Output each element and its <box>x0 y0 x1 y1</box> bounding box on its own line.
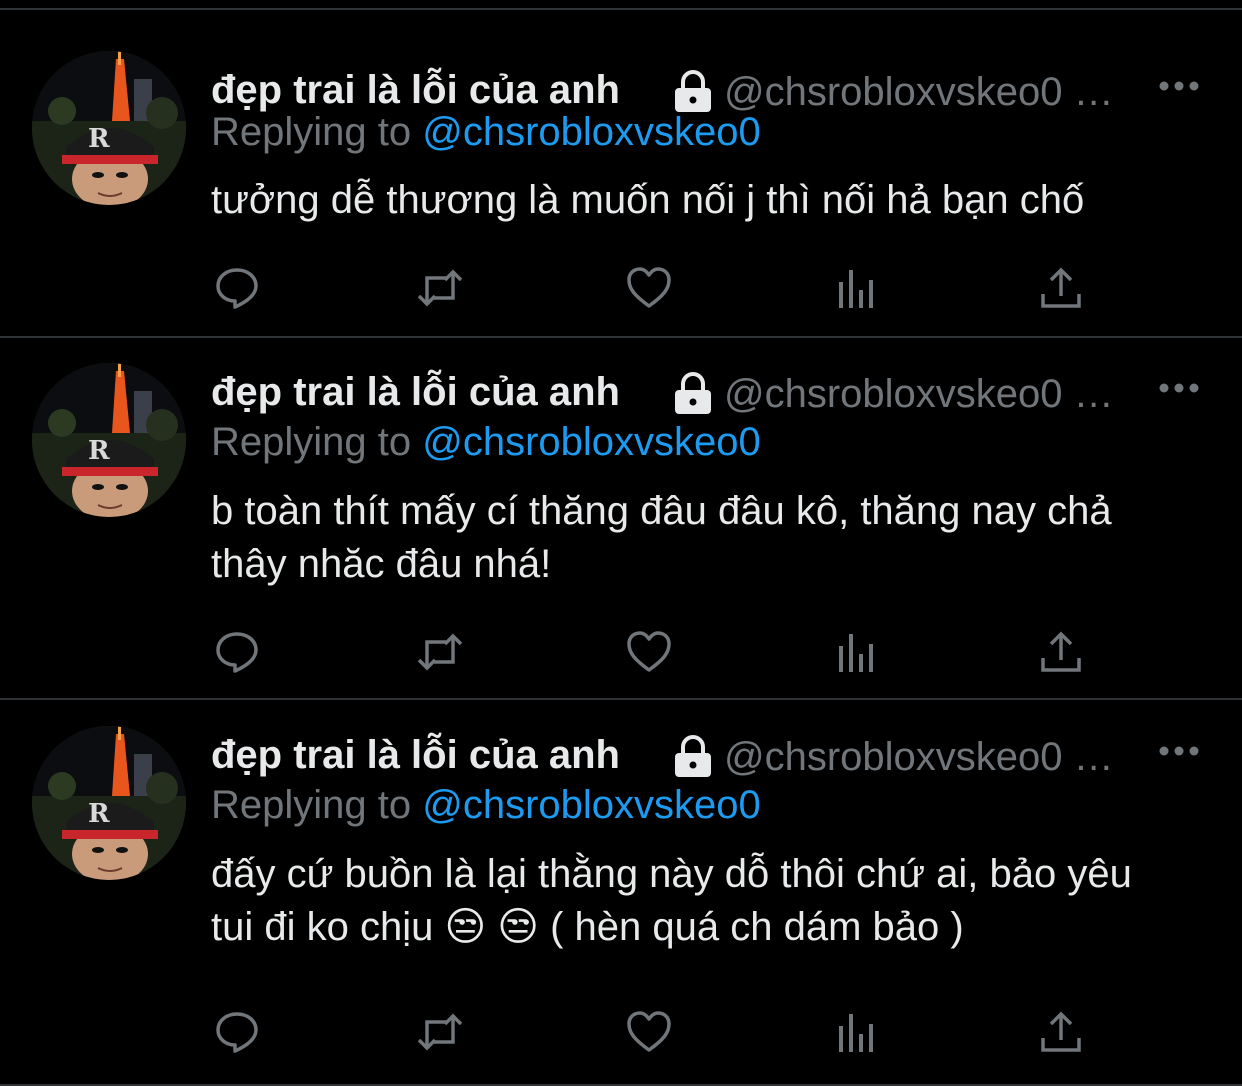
replying-prefix: Replying to <box>211 110 423 154</box>
tweet[interactable]: R đẹp trai là lỗi của anh @chsrobloxvske… <box>0 700 1242 1086</box>
mention-link[interactable]: @chsrobloxvskeo0 <box>422 783 761 827</box>
lock-icon <box>669 735 717 779</box>
mention-link[interactable]: @chsrobloxvskeo0 <box>422 420 761 464</box>
lock-icon <box>669 372 717 416</box>
more-icon[interactable] <box>1157 378 1201 398</box>
retweet-icon[interactable] <box>416 264 464 312</box>
reply-icon[interactable] <box>213 264 261 312</box>
avatar[interactable]: R <box>32 51 186 205</box>
heart-icon[interactable] <box>625 628 673 676</box>
reply-icon[interactable] <box>213 628 261 676</box>
action-bar <box>213 628 1093 676</box>
replying-prefix: Replying to <box>211 783 423 827</box>
handle[interactable]: @chsrobloxvskeo0 … <box>724 735 1114 780</box>
replying-to: Replying to @chsrobloxvskeo0 <box>211 420 761 465</box>
analytics-icon[interactable] <box>833 264 881 312</box>
svg-text:R: R <box>88 124 110 154</box>
handle[interactable]: @chsrobloxvskeo0 … <box>724 70 1114 115</box>
replying-to: Replying to @chsrobloxvskeo0 <box>211 110 761 155</box>
share-icon[interactable] <box>1037 1008 1085 1056</box>
action-bar <box>213 264 1093 312</box>
heart-icon[interactable] <box>625 264 673 312</box>
avatar[interactable]: R <box>32 726 186 880</box>
heart-icon[interactable] <box>625 1008 673 1056</box>
share-icon[interactable] <box>1037 628 1085 676</box>
share-icon[interactable] <box>1037 264 1085 312</box>
analytics-icon[interactable] <box>833 628 881 676</box>
tweet-text: b toàn thít mấy cí thăng đâu đâu kô, thă… <box>211 489 1112 586</box>
svg-text:R: R <box>88 436 110 466</box>
retweet-icon[interactable] <box>416 628 464 676</box>
svg-text:R: R <box>88 799 110 829</box>
retweet-icon[interactable] <box>416 1008 464 1056</box>
action-bar <box>213 1008 1093 1056</box>
reply-icon[interactable] <box>213 1008 261 1056</box>
tweet-header: đẹp trai là lỗi của anh @chsrobloxvskeo0… <box>211 364 1211 420</box>
display-name[interactable]: đẹp trai là lỗi của anh <box>211 68 620 113</box>
avatar[interactable]: R <box>32 363 186 517</box>
replying-to: Replying to @chsrobloxvskeo0 <box>211 783 761 828</box>
tweet-text: tưởng dễ thương là muốn nối j thì nối hả… <box>211 178 1085 222</box>
display-name[interactable]: đẹp trai là lỗi của anh <box>211 733 620 778</box>
tweet-header: đẹp trai là lỗi của anh @chsrobloxvskeo0… <box>211 727 1211 783</box>
tweet-text: đấy cứ buồn là lại thằng này dỗ thôi chứ… <box>211 852 1132 949</box>
more-icon[interactable] <box>1157 741 1201 761</box>
lock-icon <box>669 70 717 114</box>
more-icon[interactable] <box>1157 76 1201 96</box>
handle[interactable]: @chsrobloxvskeo0 … <box>724 372 1114 417</box>
tweet[interactable]: R đẹp trai là lỗi của anh @chsrobloxvske… <box>0 338 1242 700</box>
display-name[interactable]: đẹp trai là lỗi của anh <box>211 370 620 415</box>
replying-prefix: Replying to <box>211 420 423 464</box>
mention-link[interactable]: @chsrobloxvskeo0 <box>422 110 761 154</box>
tweet[interactable]: R đẹp trai là lỗi của anh @chsrobloxvske… <box>0 10 1242 338</box>
analytics-icon[interactable] <box>833 1008 881 1056</box>
